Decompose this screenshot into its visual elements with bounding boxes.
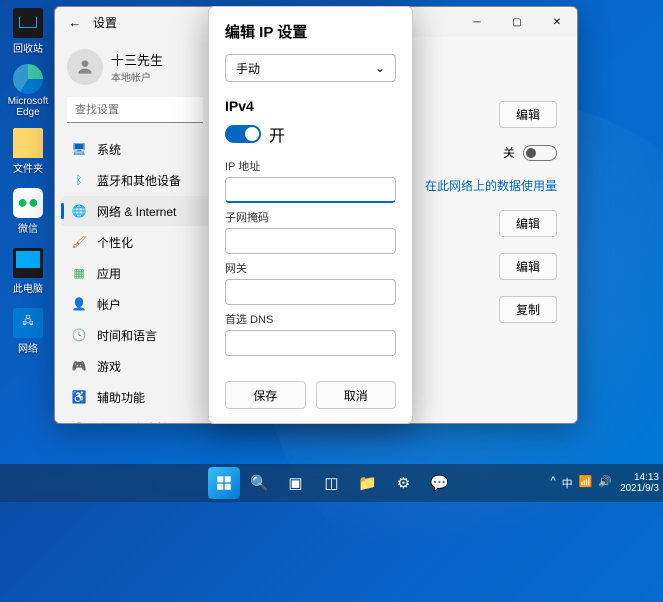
data-usage-link[interactable]: 在此网络上的数据使用量 — [425, 177, 557, 194]
clock-time: 14:13 — [620, 472, 659, 483]
save-button[interactable]: 保存 — [225, 381, 306, 409]
search-taskbar-icon[interactable]: 🔍 — [244, 467, 276, 499]
ip-address-input[interactable] — [225, 177, 396, 203]
sidebar-item-gaming[interactable]: 🎮 游戏 — [61, 351, 209, 381]
folder-icon[interactable]: 文件夹 — [4, 124, 52, 178]
volume-tray-icon[interactable]: 🔊 — [598, 475, 612, 491]
system-icon: 🖥 — [71, 141, 87, 157]
microsoft-edge-icon[interactable]: Microsoft Edge — [4, 64, 52, 118]
edit-button-2[interactable]: 编辑 — [499, 210, 557, 237]
network-desktop-icon[interactable]: 🖧网络 — [4, 304, 52, 358]
time-icon: 🕓 — [71, 327, 87, 343]
dns-label: 首选 DNS — [225, 311, 396, 327]
sidebar-item-network[interactable]: 🌐 网络 & Internet — [61, 196, 209, 226]
toggle-on-icon — [225, 125, 261, 143]
wechat-icon[interactable]: ●●微信 — [4, 184, 52, 238]
ipv4-heading: IPv4 — [225, 98, 396, 114]
access-icon: ♿ — [71, 389, 87, 405]
taskbar-center: 🔍 ▣ ◫ 📁 ⚙ 💬 — [208, 467, 456, 499]
minimize-button[interactable]: ─ — [457, 7, 497, 37]
maximize-button[interactable]: ▢ — [497, 7, 537, 37]
start-button[interactable] — [208, 467, 240, 499]
edit-ip-settings-dialog: 编辑 IP 设置 手动 ⌄ IPv4 开 IP 地址 子网掩码 网关 首选 DN… — [208, 6, 413, 424]
sidebar-item-label: 系统 — [97, 141, 121, 158]
ipv4-toggle[interactable]: 开 — [225, 122, 396, 146]
sidebar-item-apps[interactable]: ▦ 应用 — [61, 258, 209, 288]
accounts-icon: 👤 — [71, 296, 87, 312]
gateway-input[interactable] — [225, 279, 396, 305]
user-name: 十三先生 — [111, 50, 163, 69]
this-pc-icon[interactable]: 此电脑 — [4, 244, 52, 298]
desktop-icon-label: 回收站 — [13, 40, 43, 55]
sidebar-item-accounts[interactable]: 👤 帐户 — [61, 289, 209, 319]
settings-sidebar: 十三先生 本地帐户 🖥 系统 ᛒ 蓝牙和其他设备 🌐 网络 & Internet 🖌 个性化 ▦… — [55, 37, 215, 424]
gaming-icon: 🎮 — [71, 358, 87, 374]
desktop-icon-label: 微信 — [18, 220, 38, 235]
sidebar-item-system[interactable]: 🖥 系统 — [61, 134, 209, 164]
privacy-icon: 🛡 — [71, 420, 87, 424]
ime-indicator[interactable]: 中 — [562, 475, 573, 491]
edit-button-3[interactable]: 编辑 — [499, 253, 557, 280]
chevron-down-icon: ⌄ — [375, 61, 385, 75]
subnet-mask-input[interactable] — [225, 228, 396, 254]
sidebar-item-time[interactable]: 🕓 时间和语言 — [61, 320, 209, 350]
back-button[interactable]: ← — [63, 15, 87, 30]
avatar-icon — [67, 49, 103, 85]
toggle-on-label: 开 — [269, 122, 285, 146]
user-profile[interactable]: 十三先生 本地帐户 — [61, 45, 209, 97]
file-explorer-icon[interactable]: 📁 — [352, 467, 384, 499]
settings-taskbar-icon[interactable]: ⚙ — [388, 467, 420, 499]
select-value: 手动 — [236, 60, 260, 77]
sidebar-item-privacy[interactable]: 🛡 隐私和安全性 — [61, 413, 209, 424]
sidebar-item-label: 应用 — [97, 265, 121, 282]
bluetooth-icon: ᛒ — [71, 172, 87, 188]
subnet-mask-label: 子网掩码 — [225, 209, 396, 225]
wechat-taskbar-icon[interactable]: 💬 — [424, 467, 456, 499]
toggle-off-icon — [523, 145, 557, 161]
dns-input[interactable] — [225, 330, 396, 356]
desktop-icon-label: 文件夹 — [13, 160, 43, 175]
sidebar-item-bluetooth[interactable]: ᛒ 蓝牙和其他设备 — [61, 165, 209, 195]
edit-button-1[interactable]: 编辑 — [499, 101, 557, 128]
sidebar-item-label: 个性化 — [97, 234, 133, 251]
clock-date: 2021/9/3 — [620, 483, 659, 494]
desktop-icons-column: 回收站 Microsoft Edge 文件夹 ●●微信 此电脑 🖧网络 — [4, 4, 54, 364]
sidebar-item-access[interactable]: ♿ 辅助功能 — [61, 382, 209, 412]
personalize-icon: 🖌 — [71, 234, 87, 250]
sidebar-item-label: 隐私和安全性 — [97, 420, 169, 425]
close-button[interactable]: ✕ — [537, 7, 577, 37]
network-tray-icon[interactable]: 📶 — [579, 475, 593, 491]
widgets-icon[interactable]: ◫ — [316, 467, 348, 499]
recycle-bin-icon[interactable]: 回收站 — [4, 4, 52, 58]
window-title: 设置 — [93, 14, 117, 31]
copy-button[interactable]: 复制 — [499, 296, 557, 323]
sidebar-item-label: 游戏 — [97, 358, 121, 375]
desktop-icon-label: 网络 — [18, 340, 38, 355]
sidebar-item-label: 网络 & Internet — [97, 203, 176, 220]
sidebar-item-label: 辅助功能 — [97, 389, 145, 406]
taskbar-clock[interactable]: 14:13 2021/9/3 — [620, 472, 659, 494]
sidebar-item-label: 时间和语言 — [97, 327, 157, 344]
user-subtitle: 本地帐户 — [111, 69, 163, 84]
metered-toggle[interactable]: 关 — [503, 144, 557, 161]
desktop-icon-label: Microsoft Edge — [4, 96, 52, 118]
gateway-label: 网关 — [225, 260, 396, 276]
tray-chevron-icon[interactable]: ^ — [550, 475, 555, 491]
toggle-off-label: 关 — [503, 144, 515, 161]
sidebar-item-label: 帐户 — [97, 296, 121, 313]
desktop-icon-label: 此电脑 — [13, 280, 43, 295]
sidebar-item-label: 蓝牙和其他设备 — [97, 172, 181, 189]
ip-mode-select[interactable]: 手动 ⌄ — [225, 54, 396, 82]
sidebar-item-personalize[interactable]: 🖌 个性化 — [61, 227, 209, 257]
apps-icon: ▦ — [71, 265, 87, 281]
dialog-title: 编辑 IP 设置 — [225, 21, 396, 42]
taskbar: 🔍 ▣ ◫ 📁 ⚙ 💬 ^ 中 📶 🔊 14:13 2021/9/3 — [0, 464, 663, 502]
settings-search-input[interactable] — [67, 97, 203, 123]
task-view-icon[interactable]: ▣ — [280, 467, 312, 499]
cancel-button[interactable]: 取消 — [316, 381, 397, 409]
network-icon: 🌐 — [71, 203, 87, 219]
ip-address-label: IP 地址 — [225, 158, 396, 174]
